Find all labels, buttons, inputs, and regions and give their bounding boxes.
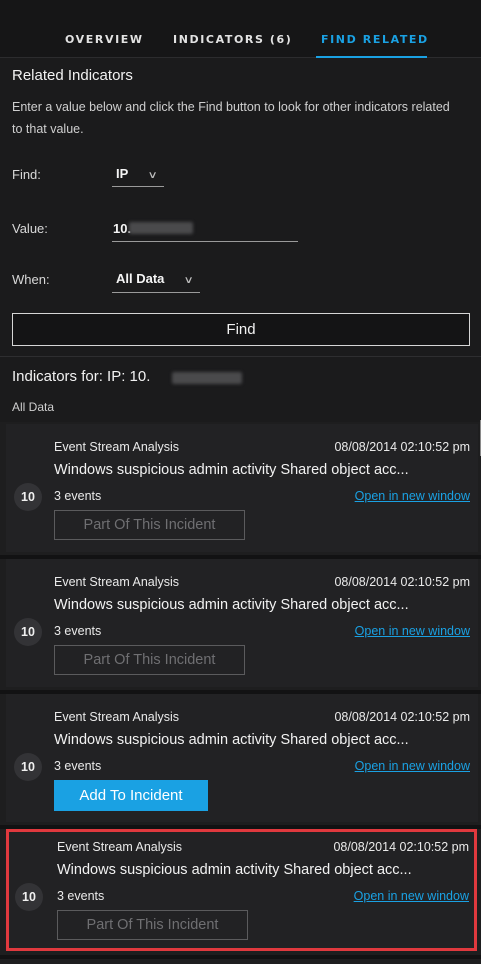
list-item: Event Stream Analysis 08/08/2014 02:10:5… [6, 559, 478, 687]
item-events: 3 events [54, 489, 102, 503]
active-tab-indicator [316, 56, 427, 58]
item-events: 3 events [57, 889, 105, 903]
item-events: 3 events [54, 624, 102, 638]
tab-bar: OVERVIEW INDICATORS (6) FIND RELATED [0, 0, 481, 58]
tab-indicators[interactable]: INDICATORS (6) [173, 33, 292, 46]
item-timestamp: 08/08/2014 02:10:52 pm [333, 840, 469, 854]
add-to-incident-button[interactable]: Add To Incident [54, 780, 208, 811]
list-item: Event Stream Analysis 08/08/2014 02:10:5… [6, 694, 478, 822]
item-divider [0, 955, 481, 959]
tab-find-related[interactable]: FIND RELATED [321, 33, 429, 46]
item-timestamp: 08/08/2014 02:10:52 pm [334, 440, 470, 454]
chevron-down-icon: ∨ [147, 170, 158, 181]
value-input-underline [112, 241, 298, 242]
item-timestamp: 08/08/2014 02:10:52 pm [334, 575, 470, 589]
item-source: Event Stream Analysis [57, 840, 183, 854]
item-events: 3 events [54, 759, 102, 773]
results-heading: Indicators for: IP: 10. [12, 368, 151, 385]
open-in-new-window-link[interactable]: Open in new window [355, 759, 470, 773]
part-of-incident-button: Part Of This Incident [57, 910, 248, 940]
find-type-value: IP [116, 166, 129, 181]
when-select-underline [112, 292, 200, 293]
section-heading: Related Indicators [12, 67, 133, 84]
part-of-incident-button: Part Of This Incident [54, 645, 245, 675]
item-title: Windows suspicious admin activity Shared… [54, 597, 409, 613]
tab-overview[interactable]: OVERVIEW [65, 33, 144, 46]
redacted-ip-mask [172, 372, 242, 384]
chevron-down-icon: ∨ [183, 275, 194, 286]
item-timestamp: 08/08/2014 02:10:52 pm [334, 710, 470, 724]
part-of-incident-button: Part Of This Incident [54, 510, 245, 540]
find-type-underline [112, 186, 164, 187]
section-description: Enter a value below and click the Find b… [12, 100, 450, 136]
open-in-new-window-link[interactable]: Open in new window [355, 624, 470, 638]
when-label: When: [12, 272, 50, 287]
find-label: Find: [12, 167, 41, 182]
item-title: Windows suspicious admin activity Shared… [57, 862, 412, 878]
when-value: All Data [116, 271, 165, 286]
count-badge: 10 [14, 483, 42, 511]
count-badge: 10 [14, 618, 42, 646]
item-title: Windows suspicious admin activity Shared… [54, 732, 409, 748]
divider [0, 356, 481, 357]
count-badge: 10 [15, 883, 43, 911]
count-badge: 10 [14, 753, 42, 781]
list-item: Event Stream Analysis 08/08/2014 02:10:5… [6, 424, 478, 552]
value-label: Value: [12, 221, 48, 236]
results-timeframe: All Data [12, 400, 55, 414]
list-item-highlighted: Event Stream Analysis 08/08/2014 02:10:5… [6, 829, 477, 951]
find-button[interactable]: Find [12, 313, 470, 346]
item-title: Windows suspicious admin activity Shared… [54, 462, 409, 478]
item-source: Event Stream Analysis [54, 440, 180, 454]
redacted-value-mask [129, 222, 193, 234]
item-source: Event Stream Analysis [54, 710, 180, 724]
find-related-panel: OVERVIEW INDICATORS (6) FIND RELATED Rel… [0, 0, 481, 964]
open-in-new-window-link[interactable]: Open in new window [355, 489, 470, 503]
item-source: Event Stream Analysis [54, 575, 180, 589]
open-in-new-window-link[interactable]: Open in new window [354, 889, 469, 903]
